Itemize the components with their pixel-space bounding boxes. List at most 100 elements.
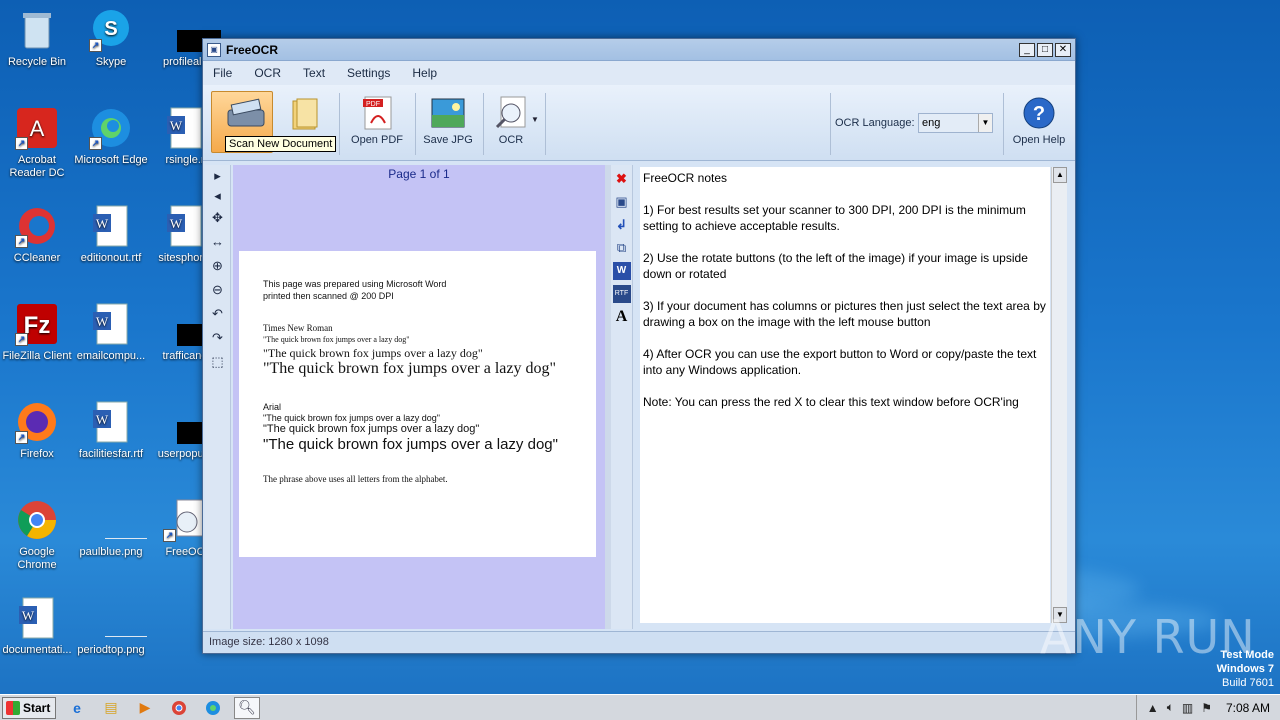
desktop-icon-skype[interactable]: S ↗ Skype (74, 8, 148, 69)
freeocr-window: ▣ FreeOCR _ □ ✕ File OCR Text Settings H… (202, 38, 1076, 654)
desktop-icon-documentati[interactable]: W documentati... (0, 596, 74, 657)
move-icon[interactable]: ✥ (207, 207, 229, 229)
zoom-in-icon[interactable]: ⊕ (207, 255, 229, 277)
windows-flag-icon (6, 700, 20, 715)
clock[interactable]: 7:08 AM (1216, 701, 1280, 715)
maximize-button[interactable]: □ (1037, 42, 1053, 57)
doc-line: printed then scanned @ 200 DPI (263, 291, 394, 301)
desktop-icon-facilitiesfar[interactable]: W facilitiesfar.rtf (74, 400, 148, 461)
desktop-icon-emailcompu[interactable]: W emailcompu... (74, 302, 148, 363)
ocr-language-select[interactable]: eng ▼ (918, 113, 993, 133)
taskbar-media-icon[interactable]: ▶ (132, 697, 158, 719)
doc-line: Arial (263, 402, 282, 412)
save-icon[interactable]: ▣ (613, 193, 631, 211)
taskbar: Start e ▤ ▶ 🔍︎ ▲ 🔈︎ ▥ ⚑ 7:08 AM (0, 694, 1280, 720)
word-doc-icon: W (163, 106, 207, 150)
prev-page-icon[interactable]: ◂ (207, 187, 229, 205)
fit-width-icon[interactable]: ↔ (207, 231, 229, 253)
copy-icon[interactable]: ⧉ (613, 239, 631, 257)
chevron-down-icon: ▼ (978, 114, 992, 132)
rotate-right-icon[interactable]: ↷ (207, 327, 229, 349)
scroll-up-icon[interactable]: ▲ (1053, 167, 1067, 183)
svg-text:W: W (96, 216, 109, 231)
ocr-button[interactable]: OCR (487, 91, 535, 153)
menu-help[interactable]: Help (412, 66, 437, 80)
desktop-icon-filezilla[interactable]: Fz ↗ FileZilla Client (0, 302, 74, 363)
export-rtf-icon[interactable]: RTF (612, 285, 631, 303)
start-button[interactable]: Start (2, 696, 56, 719)
ocr-dropdown-arrow[interactable]: ▼ (531, 115, 539, 124)
doc-line: "The quick brown fox jumps over a lazy d… (263, 360, 556, 377)
action-center-flag-icon[interactable]: ⚑ (1201, 701, 1212, 715)
menu-file[interactable]: File (213, 66, 232, 80)
svg-text:S: S (104, 18, 117, 40)
scanner-icon (224, 96, 265, 132)
close-button[interactable]: ✕ (1055, 42, 1071, 57)
recycle-bin-icon (15, 8, 59, 52)
minimize-button[interactable]: _ (1019, 42, 1035, 57)
open-help-label: Open Help (1012, 134, 1066, 146)
open-pdf-button[interactable]: PDF Open PDF (345, 91, 409, 153)
export-word-icon[interactable]: W (612, 262, 631, 280)
doc-line: Times New Roman (263, 323, 333, 333)
desktop-icon-recycle-bin[interactable]: Recycle Bin (0, 8, 74, 69)
menu-bar: File OCR Text Settings Help (203, 61, 1075, 85)
open-help-button[interactable]: ? Open Help (1007, 91, 1071, 153)
window-title: FreeOCR (226, 42, 279, 57)
image-pane[interactable]: Page 1 of 1 This page was prepared using… (233, 165, 605, 629)
save-jpg-button[interactable]: Save JPG (421, 91, 475, 153)
select-area-icon[interactable]: ⬚ (207, 351, 229, 373)
doc-line: "The quick brown fox jumps over a lazy d… (263, 346, 483, 360)
image-file-icon (89, 498, 147, 542)
rotate-left-icon[interactable]: ↶ (207, 303, 229, 325)
save-jpg-label: Save JPG (423, 134, 473, 146)
next-page-icon[interactable]: ▸ (207, 167, 229, 185)
taskbar-explorer-icon[interactable]: ▤ (98, 697, 124, 719)
tray-expand-icon[interactable]: ▲ (1147, 701, 1159, 715)
svg-text:W: W (96, 412, 109, 427)
skype-icon: S ↗ (89, 8, 133, 52)
clear-text-icon[interactable]: ✖ (613, 170, 631, 188)
svg-text:W: W (96, 314, 109, 329)
svg-text:?: ? (1033, 103, 1045, 125)
font-icon[interactable]: A (613, 308, 631, 326)
help-icon: ? (1021, 95, 1057, 131)
insert-icon[interactable]: ↲ (613, 216, 631, 234)
scan-tooltip: Scan New Document (225, 136, 337, 152)
system-tray: ▲ 🔈︎ ▥ ⚑ 7:08 AM (1135, 695, 1280, 720)
toolbar-separator (483, 93, 484, 155)
toolbar-separator (339, 93, 340, 155)
desktop-icon-acrobat[interactable]: A ↗ Acrobat Reader DC (0, 106, 74, 180)
desktop-icon-periodtop[interactable]: periodtop.png (74, 596, 148, 657)
text-scrollbar[interactable]: ▲ ▼ (1051, 167, 1067, 623)
title-bar[interactable]: ▣ FreeOCR _ □ ✕ (203, 39, 1075, 61)
doc-line: "The quick brown fox jumps over a lazy d… (263, 423, 480, 435)
word-doc-icon: W (15, 596, 59, 640)
doc-line: "The quick brown fox jumps over a lazy d… (263, 413, 440, 423)
network-icon[interactable]: ▥ (1182, 701, 1193, 715)
freeocr-icon: ↗ (163, 498, 207, 542)
word-doc-icon: W (89, 400, 133, 444)
taskbar-chrome-icon[interactable] (166, 697, 192, 719)
desktop-icon-chrome[interactable]: Google Chrome (0, 498, 74, 572)
desktop-icon-editionout[interactable]: W editionout.rtf (74, 204, 148, 265)
test-mode-line1: Test Mode (1220, 649, 1274, 661)
taskbar-edge-icon[interactable] (200, 697, 226, 719)
edge-icon: ↗ (89, 106, 133, 150)
ocr-text-area[interactable]: FreeOCR notes 1) For best results set yo… (640, 167, 1050, 623)
taskbar-freeocr-icon[interactable]: 🔍︎ (234, 696, 260, 719)
svg-text:PDF: PDF (366, 101, 380, 108)
scanned-document[interactable]: This page was prepared using Microsoft W… (239, 251, 596, 557)
menu-settings[interactable]: Settings (347, 66, 390, 80)
menu-text[interactable]: Text (303, 66, 325, 80)
desktop-icon-ccleaner[interactable]: ↗ CCleaner (0, 204, 74, 265)
zoom-out-icon[interactable]: ⊖ (207, 279, 229, 301)
desktop-icon-firefox[interactable]: ↗ Firefox (0, 400, 74, 461)
desktop-icon-edge[interactable]: ↗ Microsoft Edge (74, 106, 148, 167)
menu-ocr[interactable]: OCR (254, 66, 281, 80)
taskbar-ie-icon[interactable]: e (64, 697, 90, 719)
volume-icon[interactable]: 🔈︎ (1167, 700, 1174, 715)
desktop-icon-paulblue[interactable]: paulblue.png (74, 498, 148, 559)
word-doc-icon: W (89, 204, 133, 248)
firefox-icon: ↗ (15, 400, 59, 444)
